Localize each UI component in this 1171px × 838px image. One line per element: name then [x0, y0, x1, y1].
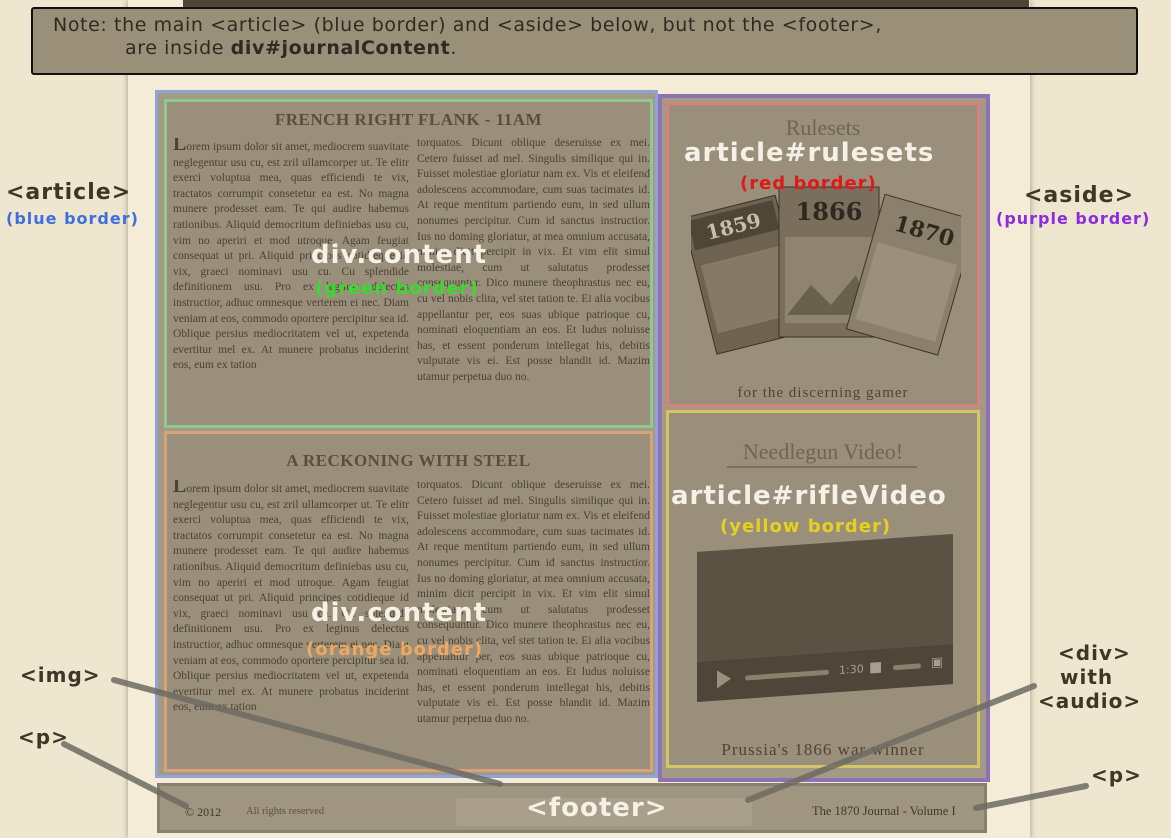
label-content-2: div.content	[311, 598, 488, 628]
label-content-2-sub: (orange border)	[306, 639, 484, 660]
label-rifle-video: article#rifleVideo	[671, 481, 947, 511]
img-leader-line	[111, 677, 503, 787]
label-content-1: div.content	[311, 240, 488, 270]
p-left-leader-line	[61, 741, 189, 809]
label-article-sub: (blue border)	[6, 209, 139, 228]
label-content-1-sub: (green border)	[315, 278, 479, 299]
leader-lines	[61, 677, 1089, 811]
label-article: <article>	[6, 180, 132, 205]
label-rifle-video-sub: (yellow border)	[720, 516, 892, 537]
label-rulesets: article#rulesets	[684, 138, 935, 168]
label-div-audio-1: <div>	[1058, 641, 1131, 665]
audio-leader-line	[745, 683, 1037, 803]
label-footer: <footer>	[526, 793, 668, 823]
label-aside-sub: (purple border)	[996, 209, 1151, 228]
label-p-right: <p>	[1091, 763, 1142, 787]
label-img: <img>	[20, 663, 101, 687]
label-p-left: <p>	[18, 725, 69, 749]
p-right-leader-line	[973, 783, 1089, 811]
label-div-audio-3: <audio>	[1038, 689, 1142, 713]
label-div-audio-2: with	[1060, 665, 1114, 689]
label-rulesets-sub: (red border)	[740, 173, 877, 194]
label-aside: <aside>	[1024, 183, 1135, 208]
